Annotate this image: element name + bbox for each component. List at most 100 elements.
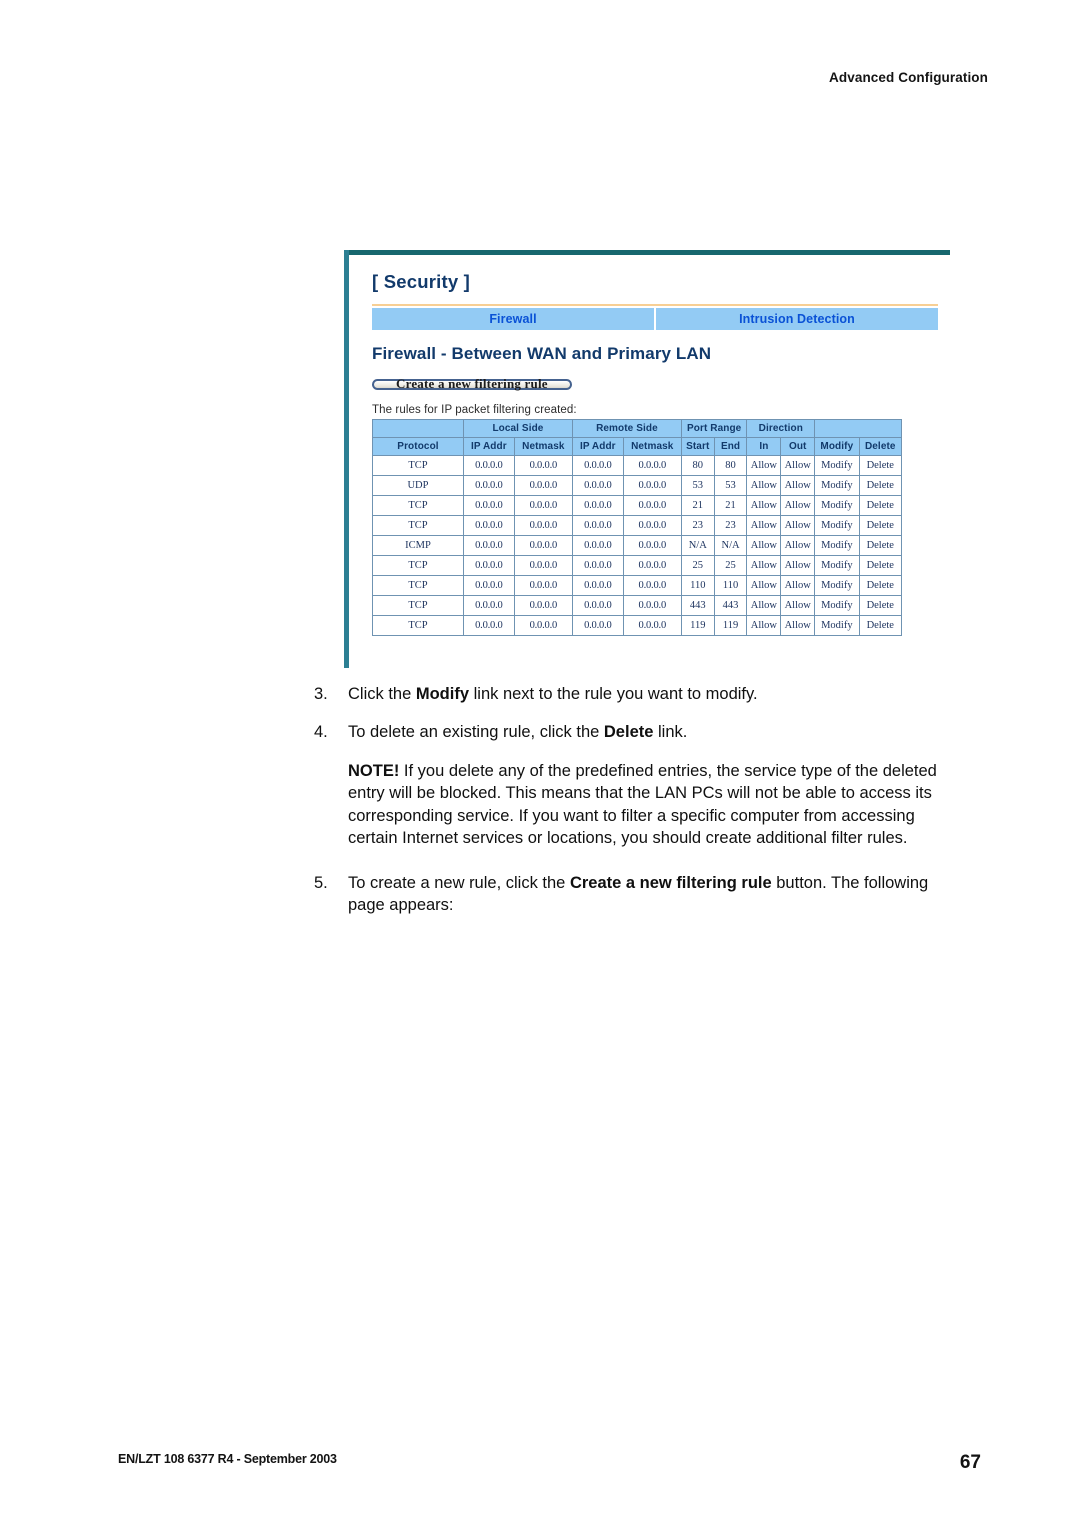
rule-modify-link[interactable]: Modify — [814, 515, 860, 537]
col-delete: Delete — [858, 437, 903, 457]
rule-modify-link[interactable]: Modify — [814, 615, 860, 637]
router-ui-screenshot: [ Security ] Firewall Intrusion Detectio… — [344, 250, 950, 670]
body-copy: 3. Click the Modify link next to the rule… — [314, 683, 954, 933]
rule-port-end: 23 — [713, 515, 748, 537]
rule-modify-link[interactable]: Modify — [814, 595, 860, 617]
firewall-rules-table: Local Side Remote Side Port Range Direct… — [372, 419, 903, 637]
tab-firewall[interactable]: Firewall — [372, 308, 654, 331]
rule-protocol: UDP — [372, 475, 464, 497]
rule-port-end: 53 — [713, 475, 748, 497]
screenshot-top-border — [344, 250, 950, 255]
rule-remote-mask: 0.0.0.0 — [622, 555, 682, 577]
tab-bar: Firewall Intrusion Detection — [372, 308, 938, 331]
group-header-local-side: Local Side — [462, 419, 573, 439]
router-ui-content: [ Security ] Firewall Intrusion Detectio… — [372, 266, 942, 637]
rule-port-start: 80 — [680, 455, 715, 477]
rule-direction-out: Allow — [780, 515, 816, 537]
rule-remote-ip: 0.0.0.0 — [571, 555, 624, 577]
rule-delete-link[interactable]: Delete — [858, 515, 903, 537]
rule-delete-link[interactable]: Delete — [858, 555, 903, 577]
rule-port-start: 53 — [680, 475, 715, 497]
numbered-step: 5. To create a new rule, click the Create… — [314, 872, 954, 917]
rule-port-start: 443 — [680, 595, 715, 617]
rule-delete-link[interactable]: Delete — [858, 535, 903, 557]
note-paragraph: NOTE! If you delete any of the predefine… — [348, 760, 954, 850]
rule-remote-ip: 0.0.0.0 — [571, 515, 624, 537]
plain-text: link. — [653, 723, 688, 742]
step-number: 3. — [314, 685, 328, 703]
rule-direction-out: Allow — [780, 455, 816, 477]
screenshot-left-border — [344, 250, 349, 668]
rule-remote-ip: 0.0.0.0 — [571, 495, 624, 517]
rule-direction-out: Allow — [780, 555, 816, 577]
rule-direction-out: Allow — [780, 575, 816, 597]
rule-remote-ip: 0.0.0.0 — [571, 455, 624, 477]
rule-local-ip: 0.0.0.0 — [462, 595, 515, 617]
table-row: TCP 0.0.0.0 0.0.0.0 0.0.0.0 0.0.0.0 443 443 All… — [372, 595, 903, 617]
rule-protocol: TCP — [372, 515, 464, 537]
step-text: To delete an existing rule, click the De… — [348, 721, 954, 743]
rule-delete-link[interactable]: Delete — [858, 575, 903, 597]
rule-remote-mask: 0.0.0.0 — [622, 615, 682, 637]
col-local-mask: Netmask — [513, 437, 573, 457]
table-group-header-row: Local Side Remote Side Port Range Direct… — [372, 419, 902, 439]
rule-port-end: N/A — [713, 535, 748, 557]
table-row: TCP 0.0.0.0 0.0.0.0 0.0.0.0 0.0.0.0 80 80 Allow… — [372, 455, 903, 477]
rule-direction-out: Allow — [780, 475, 816, 497]
rule-remote-mask: 0.0.0.0 — [622, 575, 682, 597]
rule-modify-link[interactable]: Modify — [814, 535, 860, 557]
rule-local-ip: 0.0.0.0 — [462, 495, 515, 517]
table-row: TCP 0.0.0.0 0.0.0.0 0.0.0.0 0.0.0.0 23 23 Allow… — [372, 515, 903, 537]
rule-local-ip: 0.0.0.0 — [462, 475, 515, 497]
table-row: TCP 0.0.0.0 0.0.0.0 0.0.0.0 0.0.0.0 110 110 All… — [372, 575, 903, 597]
rule-local-mask: 0.0.0.0 — [513, 455, 573, 477]
rule-port-start: 110 — [680, 575, 715, 597]
rule-port-start: 25 — [680, 555, 715, 577]
rule-port-start: 119 — [680, 615, 715, 637]
tab-intrusion-detection[interactable]: Intrusion Detection — [654, 308, 938, 331]
rule-delete-link[interactable]: Delete — [858, 455, 903, 477]
table-row: ICMP 0.0.0.0 0.0.0.0 0.0.0.0 0.0.0.0 N/A N/A Al… — [372, 535, 903, 557]
emphasis-text: Create a new filtering rule — [569, 873, 772, 892]
table-row: TCP 0.0.0.0 0.0.0.0 0.0.0.0 0.0.0.0 25 25 Allow… — [372, 555, 903, 577]
plain-text: link next to the rule you want to modify… — [469, 685, 758, 703]
rule-direction-out: Allow — [780, 495, 816, 517]
rule-remote-ip: 0.0.0.0 — [571, 535, 624, 557]
rule-modify-link[interactable]: Modify — [814, 455, 860, 477]
rule-modify-link[interactable]: Modify — [814, 575, 860, 597]
rule-modify-link[interactable]: Modify — [814, 555, 860, 577]
running-header: Advanced Configuration — [829, 70, 988, 85]
rule-remote-mask: 0.0.0.0 — [622, 455, 682, 477]
rule-delete-link[interactable]: Delete — [858, 495, 903, 517]
rule-local-ip: 0.0.0.0 — [462, 575, 515, 597]
rule-port-end: 25 — [713, 555, 748, 577]
rule-remote-mask: 0.0.0.0 — [622, 535, 682, 557]
step-text: To create a new rule, click the Create a… — [348, 872, 954, 917]
rule-delete-link[interactable]: Delete — [858, 595, 903, 617]
rule-delete-link[interactable]: Delete — [858, 615, 903, 637]
orange-divider — [372, 304, 938, 307]
step-number: 4. — [314, 723, 328, 742]
numbered-step: 4. To delete an existing rule, click the … — [314, 721, 954, 743]
table-row: TCP 0.0.0.0 0.0.0.0 0.0.0.0 0.0.0.0 119 119 All… — [372, 615, 903, 637]
rule-local-ip: 0.0.0.0 — [462, 515, 515, 537]
rule-delete-link[interactable]: Delete — [858, 475, 903, 497]
plain-text: If you delete any of the predefined entr… — [348, 761, 937, 848]
rule-local-ip: 0.0.0.0 — [462, 555, 515, 577]
group-header-remote-side: Remote Side — [571, 419, 682, 439]
rule-direction-in: Allow — [746, 595, 782, 617]
plain-text: Click the — [348, 685, 416, 703]
firewall-page-heading: Firewall - Between WAN and Primary LAN — [372, 344, 712, 364]
col-end: End — [713, 437, 748, 457]
rule-direction-out: Allow — [780, 535, 816, 557]
rule-direction-in: Allow — [746, 615, 782, 637]
create-new-filtering-rule-button[interactable]: Create a new filtering rule — [372, 377, 572, 391]
emphasis-text: NOTE! — [348, 761, 400, 780]
rule-modify-link[interactable]: Modify — [814, 495, 860, 517]
rule-local-mask: 0.0.0.0 — [513, 575, 573, 597]
footer-document-id: EN/LZT 108 6377 R4 - September 2003 — [118, 1452, 337, 1466]
rule-protocol: TCP — [372, 455, 464, 477]
emphasis-text: Modify — [415, 685, 470, 703]
rule-local-ip: 0.0.0.0 — [462, 535, 515, 557]
rule-modify-link[interactable]: Modify — [814, 475, 860, 497]
